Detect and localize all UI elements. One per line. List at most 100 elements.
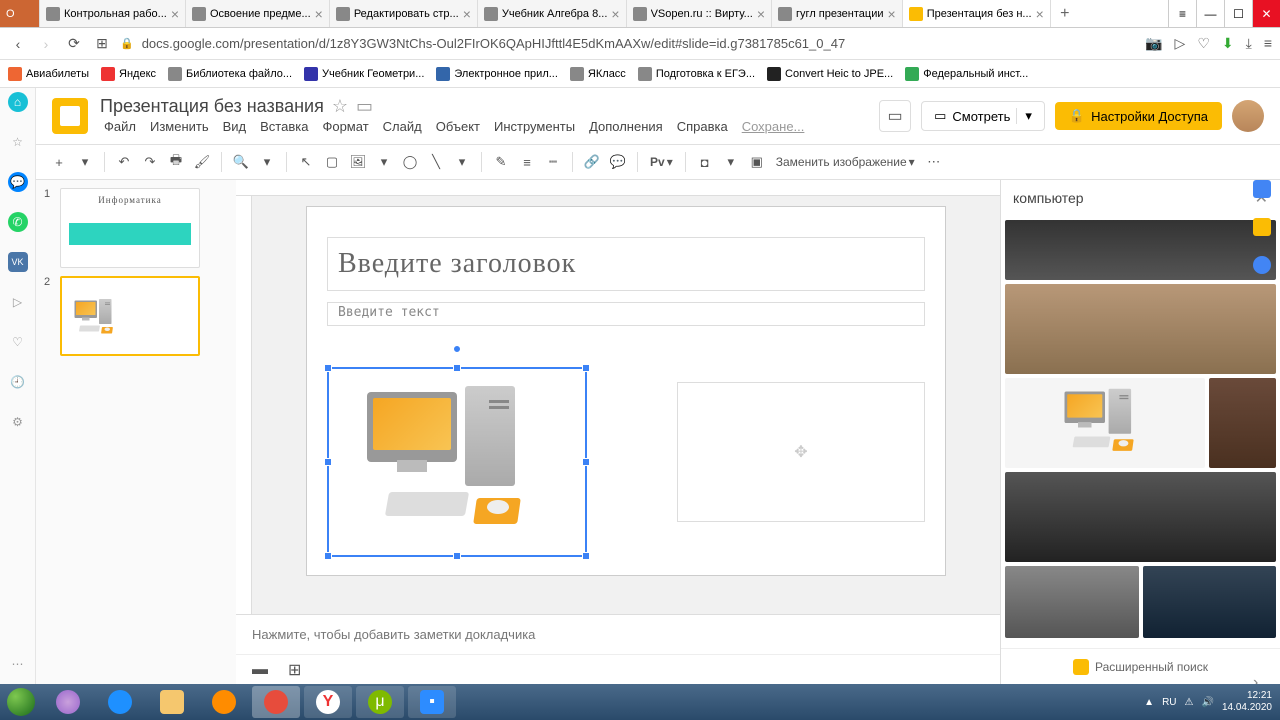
shape-tool[interactable]: ◯ xyxy=(399,151,421,173)
resize-handle[interactable] xyxy=(453,364,461,372)
search-result-image[interactable] xyxy=(1005,378,1205,468)
browser-tab[interactable]: Редактировать стр...× xyxy=(330,0,478,27)
menu-addons[interactable]: Дополнения xyxy=(585,117,667,136)
heart-icon[interactable]: ♡ xyxy=(1197,35,1210,52)
search-result-image[interactable] xyxy=(1005,220,1276,280)
chevron-down-icon[interactable]: ▾ xyxy=(451,151,473,173)
more-tools-icon[interactable]: ⋯ xyxy=(923,151,945,173)
present-button[interactable]: ▭ Смотреть ▾ xyxy=(921,101,1045,131)
menu-object[interactable]: Объект xyxy=(432,117,484,136)
crop-button[interactable]: ◘ xyxy=(694,151,716,173)
mask-button[interactable]: ▣ xyxy=(746,151,768,173)
taskbar-ie[interactable] xyxy=(96,686,144,718)
start-button[interactable] xyxy=(0,684,42,720)
font-button[interactable]: Pv ▾ xyxy=(646,155,677,169)
bookmark-item[interactable]: Федеральный инст... xyxy=(905,67,1028,81)
system-clock[interactable]: 12:21 14.04.2020 xyxy=(1222,690,1272,714)
tab-close-icon[interactable]: × xyxy=(888,6,896,22)
taskbar-yandex[interactable]: Y xyxy=(304,686,352,718)
share-button[interactable]: 🔒 Настройки Доступа xyxy=(1055,102,1222,130)
search-result-image[interactable] xyxy=(1005,566,1139,638)
comment-button[interactable]: 💬 xyxy=(607,151,629,173)
taskbar-explorer[interactable] xyxy=(148,686,196,718)
whatsapp-icon[interactable]: ✆ xyxy=(8,212,28,232)
play-video-icon[interactable]: ▷ xyxy=(1175,35,1186,52)
window-maximize[interactable]: ☐ xyxy=(1224,0,1252,27)
explore-results[interactable] xyxy=(1001,216,1280,648)
download-icon[interactable]: ⬇ xyxy=(1222,35,1234,52)
chevron-down-icon[interactable]: ▾ xyxy=(256,151,278,173)
camera-icon[interactable]: 📷 xyxy=(1145,35,1162,52)
resize-handle[interactable] xyxy=(453,552,461,560)
save-page-icon[interactable]: ⤓ xyxy=(1246,35,1252,52)
resize-handle[interactable] xyxy=(324,552,332,560)
filmstrip-view-icon[interactable]: ▬ xyxy=(252,661,268,679)
tasks-icon[interactable] xyxy=(1253,256,1271,274)
slides-logo-icon[interactable] xyxy=(52,98,88,134)
replace-image-button[interactable]: Заменить изображение ▾ xyxy=(772,155,919,169)
paint-format-button[interactable]: 🖌 xyxy=(191,151,213,173)
bookmark-star-icon[interactable]: ☆ xyxy=(8,132,28,152)
advanced-search-button[interactable]: Расширенный поиск xyxy=(1001,648,1280,684)
language-indicator[interactable]: RU xyxy=(1162,697,1176,708)
more-icon[interactable]: ⋯ xyxy=(8,654,28,674)
browser-tab[interactable]: гугл презентации× xyxy=(772,0,903,27)
border-dash-button[interactable]: ┉ xyxy=(542,151,564,173)
window-close[interactable]: ✕ xyxy=(1252,0,1280,27)
zoom-button[interactable]: 🔍 xyxy=(230,151,252,173)
chevron-down-icon[interactable]: ▾ xyxy=(373,151,395,173)
menu-file[interactable]: Файл xyxy=(100,117,140,136)
tab-close-icon[interactable]: × xyxy=(315,6,323,22)
border-color-button[interactable]: ✎ xyxy=(490,151,512,173)
border-weight-button[interactable]: ≡ xyxy=(516,151,538,173)
resize-handle[interactable] xyxy=(582,552,590,560)
bookmark-item[interactable]: Библиотека файло... xyxy=(168,67,292,81)
resize-handle[interactable] xyxy=(324,458,332,466)
nav-back[interactable]: ‹ xyxy=(8,36,28,52)
tray-flag-icon[interactable]: ▲ xyxy=(1144,697,1154,708)
url-field[interactable]: 🔒 docs.google.com/presentation/d/1z8Y3GW… xyxy=(120,36,1137,51)
slide-thumbnail-active[interactable] xyxy=(60,276,200,356)
taskbar-utorrent[interactable]: μ xyxy=(356,686,404,718)
vk-icon[interactable]: VK xyxy=(8,252,28,272)
history-icon[interactable]: 🕘 xyxy=(8,372,28,392)
line-tool[interactable]: ╲ xyxy=(425,151,447,173)
menu-slide[interactable]: Слайд xyxy=(379,117,426,136)
selected-image[interactable] xyxy=(327,367,587,557)
title-placeholder[interactable]: Введите заголовок xyxy=(327,237,925,291)
easy-setup-icon[interactable]: ≡ xyxy=(1168,0,1196,27)
settings-gear-icon[interactable]: ⚙ xyxy=(8,412,28,432)
tab-close-icon[interactable]: × xyxy=(171,6,179,22)
opera-menu-tab[interactable]: O xyxy=(0,0,40,27)
grid-view-icon[interactable]: ⊞ xyxy=(288,660,301,680)
network-icon[interactable]: ⚠ xyxy=(1185,697,1194,708)
browser-tab-active[interactable]: Презентация без н...× xyxy=(903,0,1051,27)
textbox-tool[interactable]: ▢ xyxy=(321,151,343,173)
bookmark-item[interactable]: Учебник Геометри... xyxy=(304,67,424,81)
new-tab-button[interactable]: + xyxy=(1051,0,1079,27)
bookmark-item[interactable]: Электронное прил... xyxy=(436,67,558,81)
volume-icon[interactable]: 🔊 xyxy=(1201,697,1213,708)
menu-tools[interactable]: Инструменты xyxy=(490,117,579,136)
text-placeholder[interactable]: Введите текст xyxy=(327,302,925,326)
present-dropdown-icon[interactable]: ▾ xyxy=(1016,108,1032,124)
taskbar-zoom[interactable]: ▪ xyxy=(408,686,456,718)
calendar-icon[interactable] xyxy=(1253,180,1271,198)
new-slide-button[interactable]: + xyxy=(48,151,70,173)
taskbar-app[interactable] xyxy=(44,686,92,718)
bookmark-item[interactable]: Подготовка к ЕГЭ... xyxy=(638,67,755,81)
menu-insert[interactable]: Вставка xyxy=(256,117,312,136)
nav-forward[interactable]: › xyxy=(36,36,56,52)
browser-tab[interactable]: Освоение предме...× xyxy=(186,0,330,27)
speaker-notes[interactable]: Нажмите, чтобы добавить заметки докладчи… xyxy=(236,614,1000,654)
chevron-down-icon[interactable]: ▾ xyxy=(74,151,96,173)
resize-handle[interactable] xyxy=(324,364,332,372)
comments-icon[interactable]: ▭ xyxy=(879,100,911,132)
content-placeholder[interactable]: ✥ xyxy=(677,382,925,522)
flow-icon[interactable]: ▷ xyxy=(8,292,28,312)
search-result-image[interactable] xyxy=(1005,472,1276,562)
tab-close-icon[interactable]: × xyxy=(1036,6,1044,22)
window-minimize[interactable]: — xyxy=(1196,0,1224,27)
taskbar-opera[interactable] xyxy=(252,686,300,718)
slide-thumbnail[interactable]: Информатика xyxy=(60,188,200,268)
